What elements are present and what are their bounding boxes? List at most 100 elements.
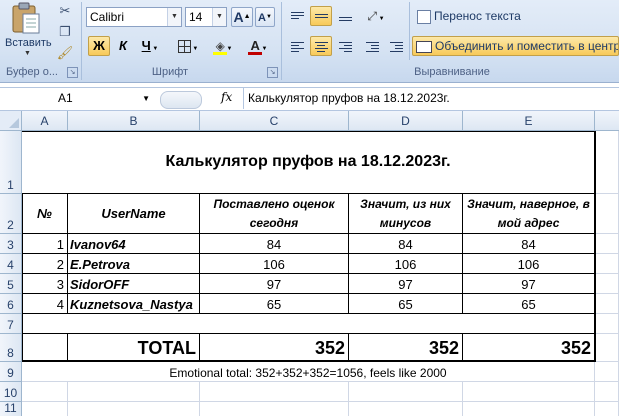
row-number-cell[interactable]: 3 [22,274,68,294]
row-header-10[interactable]: 10 [0,382,22,402]
cell-f10[interactable] [595,382,619,402]
select-all-button[interactable] [0,111,22,131]
minuses-cell[interactable]: 84 [349,234,463,254]
column-header-b[interactable]: B [68,111,200,131]
paste-button[interactable]: Вставить ▼ [2,0,52,62]
cell-d11[interactable] [349,402,463,416]
italic-button[interactable]: К [112,36,134,56]
row-number-cell[interactable]: 4 [22,294,68,314]
header-cell-username[interactable]: UserName [68,194,200,234]
column-header-c[interactable]: C [200,111,349,131]
total-my-address-cell[interactable]: 352 [463,334,595,362]
cell-c11[interactable] [200,402,349,416]
total-minuses-cell[interactable]: 352 [349,334,463,362]
ratings-cell[interactable]: 106 [200,254,349,274]
minuses-cell[interactable]: 106 [349,254,463,274]
cell-e11[interactable] [463,402,595,416]
header-cell-e[interactable]: Значит, наверное, в мой адрес [463,194,595,234]
ratings-cell[interactable]: 97 [200,274,349,294]
row-number-cell[interactable]: 1 [22,234,68,254]
cell-e10[interactable] [463,382,595,402]
my-address-cell[interactable]: 97 [463,274,595,294]
row-header-3[interactable]: 3 [0,234,22,254]
username-cell[interactable]: Ivanov64 [68,234,200,254]
column-header-a[interactable]: A [22,111,68,131]
row-number-cell[interactable]: 2 [22,254,68,274]
align-center-button[interactable] [310,36,332,56]
row-header-7[interactable]: 7 [0,314,22,334]
ratings-cell[interactable]: 65 [200,294,349,314]
decrease-indent-button[interactable] [361,36,383,56]
empty-row-cell[interactable] [22,314,595,334]
cell-b10[interactable] [68,382,200,402]
header-cell-c[interactable]: Поставлено оценок сегодня [200,194,349,234]
cell-f5[interactable] [595,274,619,294]
font-color-button[interactable]: A ▼ [243,36,275,56]
chevron-down-icon[interactable]: ▼ [142,89,150,108]
align-left-button[interactable] [286,36,308,56]
cell-a10[interactable] [22,382,68,402]
column-header-d[interactable]: D [349,111,463,131]
row-header-9[interactable]: 9 [0,362,22,382]
align-bottom-button[interactable] [334,6,356,26]
font-size-select[interactable]: 14 ▼ [185,7,227,27]
bold-button[interactable]: Ж [88,36,110,56]
copy-button[interactable]: ❐ [55,22,75,40]
cell-f7[interactable] [595,314,619,334]
ratings-cell[interactable]: 84 [200,234,349,254]
title-cell[interactable]: Калькулятор пруфов на 18.12.2023г. [22,131,595,194]
font-name-select[interactable]: Calibri ▼ [86,7,182,27]
username-cell[interactable]: E.Petrova [68,254,200,274]
username-cell[interactable]: Kuznetsova_Nastya [68,294,200,314]
cell-a8[interactable] [22,334,68,362]
align-right-button[interactable] [334,36,356,56]
row-header-5[interactable]: 5 [0,274,22,294]
cell-d10[interactable] [349,382,463,402]
clipboard-launcher-icon[interactable]: ↘ [67,67,78,78]
formula-bar-grip[interactable] [160,91,202,109]
fill-color-button[interactable]: ◈ ▼ [208,36,240,56]
row-header-1[interactable]: 1 [0,131,22,194]
align-top-button[interactable] [286,6,308,26]
row-header-6[interactable]: 6 [0,294,22,314]
wrap-text-button[interactable]: Перенос текста [413,6,533,26]
cell-f4[interactable] [595,254,619,274]
row-header-8[interactable]: 8 [0,334,22,362]
username-cell[interactable]: SidorOFF [68,274,200,294]
font-launcher-icon[interactable]: ↘ [267,67,278,78]
borders-button[interactable]: ▼ [172,36,204,56]
row-header-11[interactable]: 11 [0,401,22,416]
header-cell-no[interactable]: № [22,194,68,234]
row-header-2[interactable]: 2 [0,194,22,234]
total-ratings-cell[interactable]: 352 [200,334,349,362]
increase-indent-button[interactable] [385,36,407,56]
grow-font-button[interactable]: A▲ [231,7,253,27]
minuses-cell[interactable]: 97 [349,274,463,294]
cell-f9[interactable] [595,362,619,382]
my-address-cell[interactable]: 84 [463,234,595,254]
cell-b11[interactable] [68,402,200,416]
name-box[interactable]: A1 ▼ [0,89,154,108]
minuses-cell[interactable]: 65 [349,294,463,314]
row-header-4[interactable]: 4 [0,254,22,274]
align-middle-button[interactable] [310,6,332,26]
merge-center-button[interactable]: Объединить и поместить в центре [412,36,619,56]
cell-f1[interactable] [595,131,619,194]
cut-button[interactable]: ✂ [55,1,75,19]
cell-a11[interactable] [22,402,68,416]
emotional-total-note[interactable]: Emotional total: 352+352+352=1056, feels… [22,362,595,382]
formula-input[interactable]: Калькулятор пруфов на 18.12.2023г. [243,88,619,109]
header-cell-d[interactable]: Значит, из них минусов [349,194,463,234]
cell-c10[interactable] [200,382,349,402]
insert-function-button[interactable]: fx [221,90,232,104]
cell-f6[interactable] [595,294,619,314]
cell-f8[interactable] [595,334,619,362]
column-header-e[interactable]: E [463,111,595,131]
my-address-cell[interactable]: 65 [463,294,595,314]
cell-f11[interactable] [595,402,619,416]
orientation-button[interactable]: ⤢ ▼ [361,6,391,26]
underline-button[interactable]: Ч ▼ [136,36,164,56]
format-painter-button[interactable]: 🖌 [55,43,75,61]
total-label-cell[interactable]: TOTAL [68,334,200,362]
my-address-cell[interactable]: 106 [463,254,595,274]
